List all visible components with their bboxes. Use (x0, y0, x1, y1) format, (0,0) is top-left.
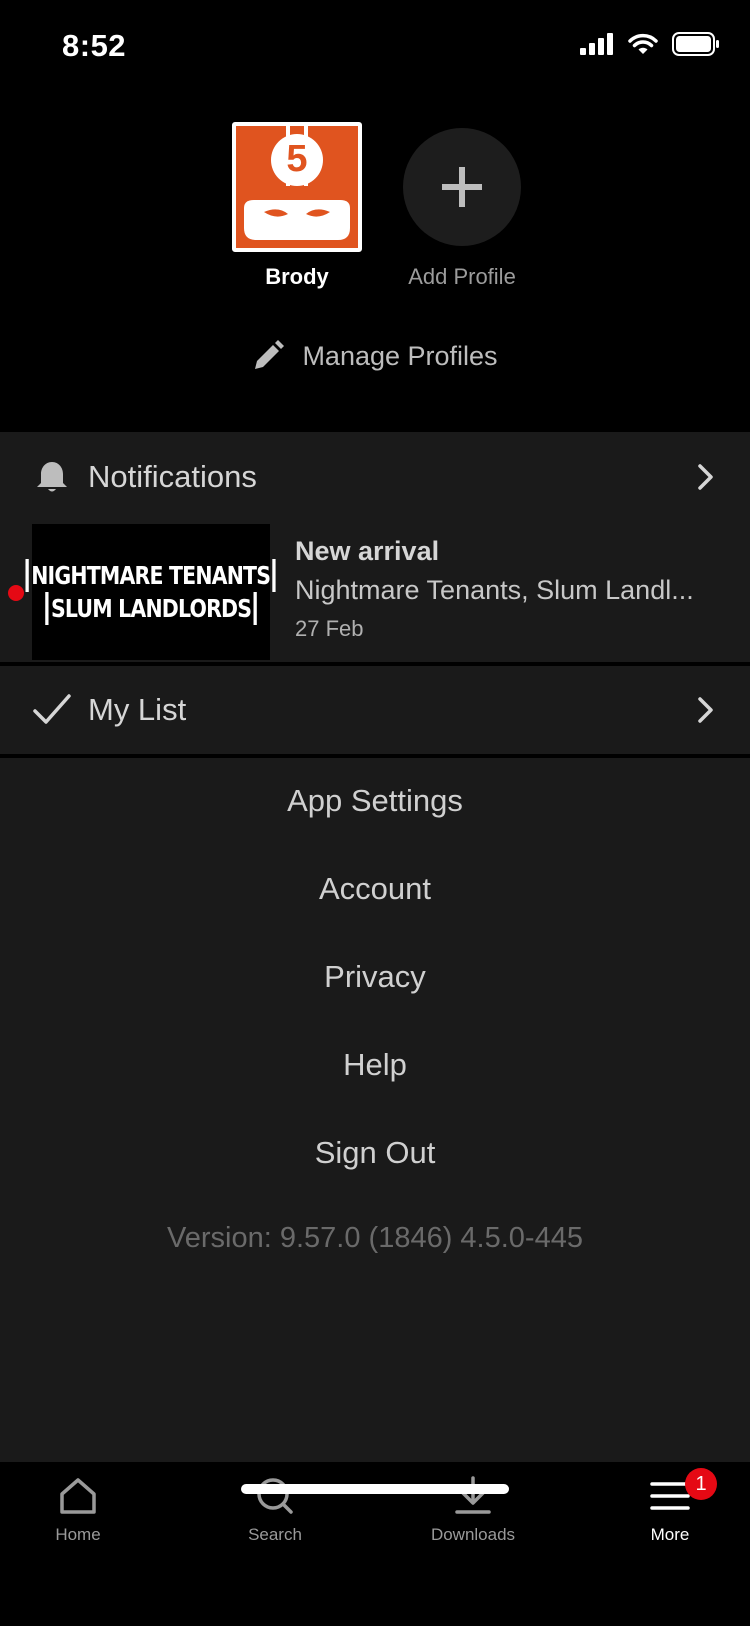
notifications-label: Notifications (88, 459, 257, 494)
chevron-right-icon (698, 697, 713, 723)
wifi-icon (628, 33, 658, 54)
menu-panel: Notifications NIGHTMARE TENANTS SLUM LAN… (0, 432, 750, 1462)
notification-badge: 1 (685, 1468, 717, 1500)
add-profile-label: Add Profile (408, 264, 516, 289)
status-icons (580, 32, 720, 56)
account-button[interactable]: Account (0, 845, 750, 933)
search-icon (257, 1478, 293, 1514)
add-profile-button[interactable]: Add Profile (392, 122, 532, 290)
plus-icon (442, 167, 482, 207)
thumb-title-line1: NIGHTMARE TENANTS (25, 559, 277, 592)
status-bar: 8:52 (0, 0, 750, 90)
manage-profiles-button[interactable]: Manage Profiles (0, 340, 750, 372)
notification-item[interactable]: NIGHTMARE TENANTS SLUM LANDLORDS New arr… (0, 524, 750, 662)
signal-icon (580, 33, 613, 55)
notification-date: 27 Feb (295, 616, 364, 641)
nav-home[interactable]: Home (3, 1476, 153, 1545)
battery-icon (672, 32, 719, 56)
check-icon (33, 694, 71, 724)
nav-downloads-label: Downloads (430, 1525, 516, 1544)
profile-name: Brody (265, 264, 329, 289)
add-profile-circle[interactable] (403, 128, 521, 246)
home-icon (60, 1478, 96, 1514)
home-indicator[interactable] (241, 1484, 509, 1494)
manage-profiles-label: Manage Profiles (302, 340, 498, 371)
notification-thumbnail: NIGHTMARE TENANTS SLUM LANDLORDS (25, 524, 277, 660)
status-time: 8:52 (62, 28, 127, 63)
avatar: 5 (232, 122, 362, 252)
notification-title: New arrival (295, 536, 440, 566)
settings-list: App Settings Account Privacy Help Sign O… (0, 757, 750, 1197)
nav-more-label: More (650, 1525, 690, 1544)
my-list-label: My List (88, 692, 187, 727)
notifications-row[interactable]: Notifications (0, 432, 750, 522)
version-text: Version: 9.57.0 (1846) 4.5.0-445 (167, 1222, 583, 1254)
nav-more[interactable]: 1 More (595, 1468, 745, 1545)
app-settings-button[interactable]: App Settings (0, 757, 750, 845)
unread-dot (8, 585, 24, 601)
sign-out-button[interactable]: Sign Out (0, 1109, 750, 1197)
chevron-right-icon (698, 464, 713, 490)
pencil-icon (255, 340, 285, 369)
bell-icon (37, 462, 67, 492)
my-list-row[interactable]: My List (0, 666, 750, 754)
nav-home-label: Home (55, 1525, 101, 1544)
avatar-number: 5 (286, 138, 308, 180)
profiles-section: 5 Brody Add Profile (0, 122, 750, 292)
help-button[interactable]: Help (0, 1021, 750, 1109)
privacy-button[interactable]: Privacy (0, 933, 750, 1021)
nav-search-label: Search (248, 1525, 302, 1544)
notification-subtitle: Nightmare Tenants, Slum Landl... (295, 575, 694, 605)
thumb-title-line2: SLUM LANDLORDS (45, 592, 257, 625)
download-icon (455, 1476, 491, 1514)
profile-brody[interactable]: 5 Brody (232, 122, 362, 290)
